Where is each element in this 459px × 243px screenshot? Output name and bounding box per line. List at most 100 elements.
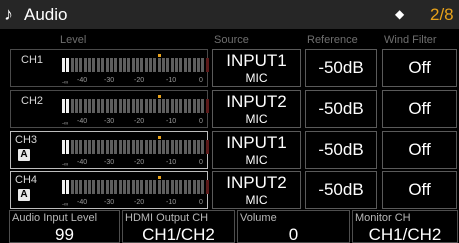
meter-segment: [183, 58, 187, 72]
reference-button[interactable]: -50dB: [305, 49, 377, 87]
meter-segment: [149, 140, 152, 154]
meter-segment: [179, 180, 183, 194]
meter-segment: [144, 99, 148, 113]
meter-segment: [109, 140, 113, 154]
music-note-icon: ♪: [4, 4, 13, 24]
meter-segment: [140, 99, 144, 113]
meter-segment: [75, 99, 79, 113]
meter-scale-label: -20: [134, 159, 145, 166]
meter-segment: [62, 99, 65, 113]
source-input-label: INPUT1: [226, 133, 287, 152]
audio-input-level-label: Audio Input Level: [12, 212, 98, 224]
volume-label: Volume: [240, 212, 277, 224]
meter-scale-label: -10: [166, 77, 177, 84]
meter-segment: [192, 180, 196, 194]
meter-segment: [196, 180, 200, 194]
meter-segment: [179, 58, 183, 72]
meter-segment: [162, 99, 166, 113]
source-button[interactable]: INPUT1 MIC: [212, 49, 301, 87]
channel-row-ch3: CH3 A -∞ -40 -30 -20 -10 0 INPUT1 MIC -50dB O…: [0, 131, 459, 171]
meter-scale-label: -∞: [62, 121, 69, 127]
meter-segment: [75, 140, 79, 154]
meter-segment: [201, 180, 205, 194]
meter-segment: [188, 58, 192, 72]
reference-level-marker: [157, 176, 161, 179]
meter-segment: [196, 99, 200, 113]
level-meter: -∞ -40 -30 -20 -10 0: [62, 176, 212, 208]
source-button[interactable]: INPUT1 MIC: [212, 131, 301, 169]
wind-filter-button[interactable]: Off: [382, 49, 457, 87]
meter-segment: [62, 180, 65, 194]
reference-level-marker: [157, 95, 161, 98]
meter-segment: [109, 99, 113, 113]
meter-segment: [170, 140, 174, 154]
volume-box[interactable]: Volume 0: [237, 210, 350, 243]
meter-segment: [170, 58, 174, 72]
meter-scale-label: -20: [134, 199, 145, 206]
meter-segment: [88, 58, 92, 72]
reference-button[interactable]: -50dB: [305, 171, 377, 209]
meter-segment: [166, 99, 170, 113]
meter-segment: [162, 58, 166, 72]
hdmi-output-ch-box[interactable]: HDMI Output CH CH1/CH2: [122, 210, 235, 243]
meter-segment: [175, 58, 179, 72]
meter-segment: [205, 140, 209, 154]
column-header-wind-filter: Wind Filter: [384, 34, 437, 46]
meter-scale-label: -40: [77, 77, 88, 84]
source-button[interactable]: INPUT2 MIC: [212, 90, 301, 128]
meter-segment: [83, 58, 87, 72]
meter-segment: [153, 58, 157, 72]
meter-segment: [153, 180, 157, 194]
meter-segment: [118, 180, 122, 194]
wind-filter-button[interactable]: Off: [382, 171, 457, 209]
channel-level-box[interactable]: CH1 -∞ -40 -30 -20 -10 0: [10, 49, 209, 87]
monitor-ch-box[interactable]: Monitor CH CH1/CH2: [352, 210, 458, 243]
wind-filter-button[interactable]: Off: [382, 131, 457, 169]
meter-segment: [114, 58, 118, 72]
meter-segment: [192, 140, 196, 154]
meter-segment: [205, 58, 209, 72]
meter-segment: [183, 140, 187, 154]
meter-segment: [166, 58, 170, 72]
reference-button[interactable]: -50dB: [305, 131, 377, 169]
meter-scale-label: -30: [104, 77, 115, 84]
meter-segment: [92, 180, 96, 194]
hdmi-output-ch-value: CH1/CH2: [142, 225, 215, 243]
page-switch-arrows-icon[interactable]: ◆: [395, 6, 404, 22]
meter-segment: [135, 140, 139, 154]
meter-segment: [109, 180, 113, 194]
reference-level-marker: [157, 54, 161, 57]
channel-level-box[interactable]: CH3 A -∞ -40 -30 -20 -10 0: [10, 131, 209, 169]
audio-input-level-value: 99: [55, 225, 74, 243]
meter-segment: [66, 99, 70, 113]
meter-segment: [149, 99, 152, 113]
reference-button[interactable]: -50dB: [305, 90, 377, 128]
meter-scale-label: -40: [77, 159, 88, 166]
source-button[interactable]: INPUT2 MIC: [212, 171, 301, 209]
meter-segment: [62, 58, 65, 72]
meter-segment: [183, 99, 187, 113]
meter-segment: [75, 58, 79, 72]
meter-segment: [83, 180, 87, 194]
meter-segment: [122, 140, 126, 154]
meter-segment: [153, 99, 157, 113]
meter-segment: [162, 140, 166, 154]
audio-input-level-box[interactable]: Audio Input Level 99: [9, 210, 120, 243]
meter-segment: [88, 99, 92, 113]
wind-filter-button[interactable]: Off: [382, 90, 457, 128]
meter-segment: [201, 58, 205, 72]
channel-label: CH2: [21, 95, 44, 107]
meter-segment: [92, 99, 96, 113]
meter-segment: [79, 58, 83, 72]
source-type-label: MIC: [245, 153, 268, 167]
meter-segment: [122, 180, 126, 194]
meter-scale-label: -30: [104, 199, 115, 206]
meter-segment: [96, 99, 100, 113]
channel-label: CH3: [15, 134, 38, 146]
meter-segment: [88, 180, 92, 194]
meter-scale-label: -40: [77, 118, 88, 125]
meter-scale-label: -10: [166, 199, 177, 206]
channel-level-box[interactable]: CH2 -∞ -40 -30 -20 -10 0: [10, 90, 209, 128]
channel-level-box[interactable]: CH4 A -∞ -40 -30 -20 -10 0: [10, 171, 209, 209]
meter-segment: [196, 58, 200, 72]
